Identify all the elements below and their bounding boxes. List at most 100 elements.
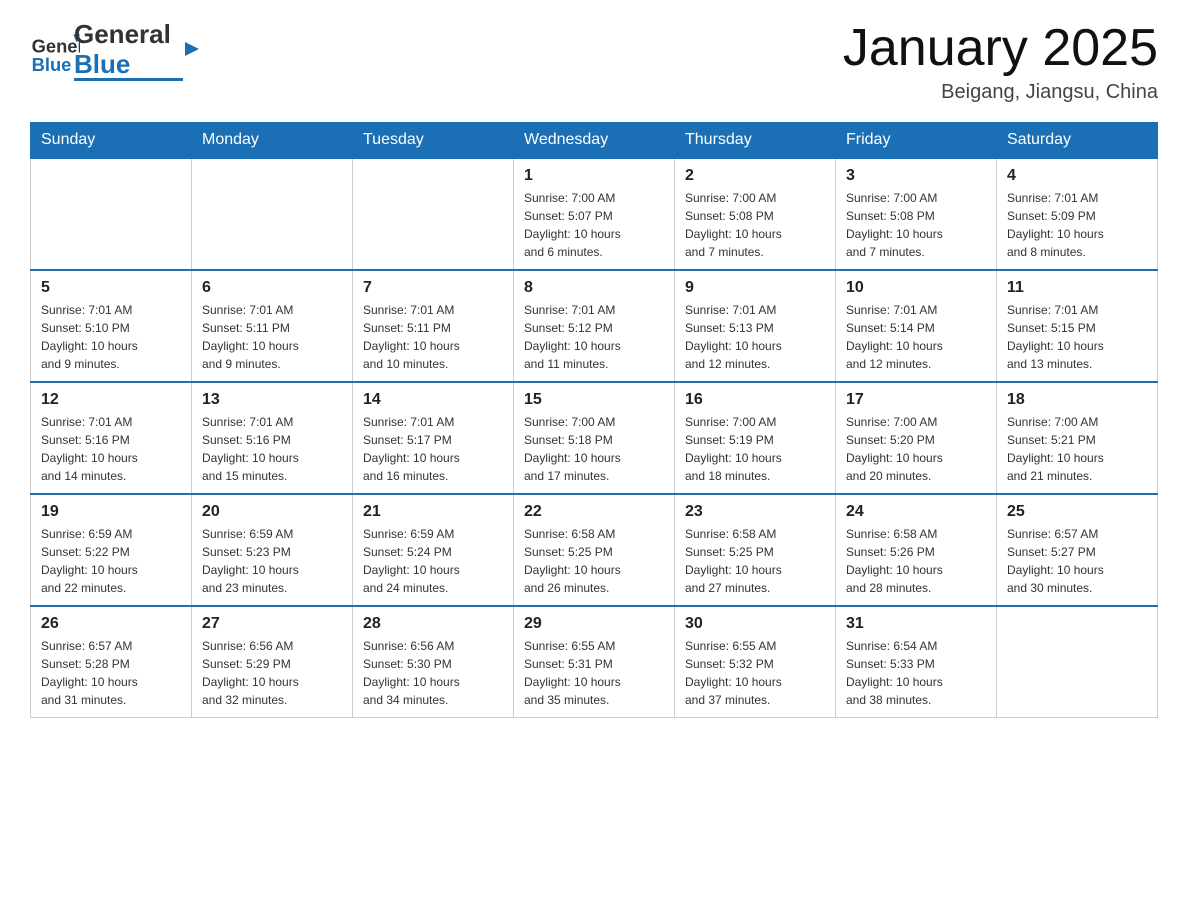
day-number: 7 [363, 279, 503, 297]
day-number: 23 [685, 503, 825, 521]
day-info: Sunrise: 6:59 AM Sunset: 5:22 PM Dayligh… [41, 525, 181, 597]
day-info: Sunrise: 6:57 AM Sunset: 5:28 PM Dayligh… [41, 637, 181, 709]
day-number: 9 [685, 279, 825, 297]
day-info: Sunrise: 6:58 AM Sunset: 5:26 PM Dayligh… [846, 525, 986, 597]
header-sunday: Sunday [31, 123, 192, 159]
day-cell-4-5: 31 Sunrise: 6:54 AM Sunset: 5:33 PM Dayli… [836, 606, 997, 718]
day-cell-3-5: 24 Sunrise: 6:58 AM Sunset: 5:26 PM Dayli… [836, 494, 997, 606]
day-info: Sunrise: 7:00 AM Sunset: 5:20 PM Dayligh… [846, 413, 986, 485]
day-cell-1-4: 9 Sunrise: 7:01 AM Sunset: 5:13 PM Daylig… [675, 270, 836, 382]
day-info: Sunrise: 7:01 AM Sunset: 5:11 PM Dayligh… [363, 301, 503, 373]
week-row-3: 12 Sunrise: 7:01 AM Sunset: 5:16 PM Dayli… [31, 382, 1158, 494]
day-info: Sunrise: 7:01 AM Sunset: 5:15 PM Dayligh… [1007, 301, 1147, 373]
day-number: 11 [1007, 279, 1147, 297]
day-info: Sunrise: 6:58 AM Sunset: 5:25 PM Dayligh… [685, 525, 825, 597]
calendar-subtitle: Beigang, Jiangsu, China [843, 81, 1158, 104]
day-info: Sunrise: 6:56 AM Sunset: 5:29 PM Dayligh… [202, 637, 342, 709]
header-tuesday: Tuesday [353, 123, 514, 159]
day-cell-2-5: 17 Sunrise: 7:00 AM Sunset: 5:20 PM Dayli… [836, 382, 997, 494]
day-info: Sunrise: 7:00 AM Sunset: 5:08 PM Dayligh… [685, 189, 825, 261]
day-cell-3-3: 22 Sunrise: 6:58 AM Sunset: 5:25 PM Dayli… [514, 494, 675, 606]
day-cell-2-1: 13 Sunrise: 7:01 AM Sunset: 5:16 PM Dayli… [192, 382, 353, 494]
day-number: 30 [685, 615, 825, 633]
day-number: 14 [363, 391, 503, 409]
day-info: Sunrise: 7:00 AM Sunset: 5:07 PM Dayligh… [524, 189, 664, 261]
day-number: 19 [41, 503, 181, 521]
day-number: 15 [524, 391, 664, 409]
day-info: Sunrise: 7:00 AM Sunset: 5:08 PM Dayligh… [846, 189, 986, 261]
day-info: Sunrise: 6:56 AM Sunset: 5:30 PM Dayligh… [363, 637, 503, 709]
day-number: 29 [524, 615, 664, 633]
day-number: 27 [202, 615, 342, 633]
calendar-title: January 2025 [843, 20, 1158, 77]
day-info: Sunrise: 7:01 AM Sunset: 5:16 PM Dayligh… [202, 413, 342, 485]
day-cell-2-6: 18Sunrise: 7:00 AM Sunset: 5:21 PM Dayli… [997, 382, 1158, 494]
day-number: 8 [524, 279, 664, 297]
logo: General Blue General Blue [30, 20, 183, 81]
title-section: January 2025 Beigang, Jiangsu, China [843, 20, 1158, 104]
day-info: Sunrise: 6:55 AM Sunset: 5:31 PM Dayligh… [524, 637, 664, 709]
day-cell-1-1: 6Sunrise: 7:01 AM Sunset: 5:11 PM Daylig… [192, 270, 353, 382]
day-cell-3-6: 25 Sunrise: 6:57 AM Sunset: 5:27 PM Dayli… [997, 494, 1158, 606]
day-cell-3-1: 20 Sunrise: 6:59 AM Sunset: 5:23 PM Dayli… [192, 494, 353, 606]
header-saturday: Saturday [997, 123, 1158, 159]
day-number: 22 [524, 503, 664, 521]
day-cell-4-3: 29 Sunrise: 6:55 AM Sunset: 5:31 PM Dayli… [514, 606, 675, 718]
day-cell-0-1 [192, 158, 353, 270]
header-friday: Friday [836, 123, 997, 159]
day-number: 21 [363, 503, 503, 521]
day-cell-3-0: 19 Sunrise: 6:59 AM Sunset: 5:22 PM Dayli… [31, 494, 192, 606]
logo-general-text: General [74, 20, 183, 50]
day-cell-2-0: 12 Sunrise: 7:01 AM Sunset: 5:16 PM Dayli… [31, 382, 192, 494]
day-cell-4-0: 26Sunrise: 6:57 AM Sunset: 5:28 PM Dayli… [31, 606, 192, 718]
day-info: Sunrise: 7:01 AM Sunset: 5:17 PM Dayligh… [363, 413, 503, 485]
day-number: 20 [202, 503, 342, 521]
day-info: Sunrise: 6:54 AM Sunset: 5:33 PM Dayligh… [846, 637, 986, 709]
header-monday: Monday [192, 123, 353, 159]
day-number: 4 [1007, 167, 1147, 185]
week-row-1: 1 Sunrise: 7:00 AM Sunset: 5:07 PM Daylig… [31, 158, 1158, 270]
week-row-4: 19 Sunrise: 6:59 AM Sunset: 5:22 PM Dayli… [31, 494, 1158, 606]
day-number: 1 [524, 167, 664, 185]
logo-icon: General Blue [30, 26, 80, 76]
day-info: Sunrise: 7:00 AM Sunset: 5:19 PM Dayligh… [685, 413, 825, 485]
day-info: Sunrise: 6:58 AM Sunset: 5:25 PM Dayligh… [524, 525, 664, 597]
day-info: Sunrise: 7:01 AM Sunset: 5:10 PM Dayligh… [41, 301, 181, 373]
day-cell-1-3: 8Sunrise: 7:01 AM Sunset: 5:12 PM Daylig… [514, 270, 675, 382]
day-info: Sunrise: 6:59 AM Sunset: 5:23 PM Dayligh… [202, 525, 342, 597]
svg-text:Blue: Blue [32, 54, 72, 75]
day-cell-2-4: 16 Sunrise: 7:00 AM Sunset: 5:19 PM Dayli… [675, 382, 836, 494]
day-cell-0-4: 2Sunrise: 7:00 AM Sunset: 5:08 PM Daylig… [675, 158, 836, 270]
day-number: 17 [846, 391, 986, 409]
day-info: Sunrise: 7:00 AM Sunset: 5:18 PM Dayligh… [524, 413, 664, 485]
day-number: 24 [846, 503, 986, 521]
day-info: Sunrise: 7:01 AM Sunset: 5:09 PM Dayligh… [1007, 189, 1147, 261]
day-cell-0-2 [353, 158, 514, 270]
day-number: 13 [202, 391, 342, 409]
week-row-2: 5Sunrise: 7:01 AM Sunset: 5:10 PM Daylig… [31, 270, 1158, 382]
day-number: 25 [1007, 503, 1147, 521]
calendar-table: Sunday Monday Tuesday Wednesday Thursday… [30, 122, 1158, 718]
day-number: 12 [41, 391, 181, 409]
day-number: 3 [846, 167, 986, 185]
logo-blue-text: Blue [74, 50, 183, 82]
day-cell-0-5: 3 Sunrise: 7:00 AM Sunset: 5:08 PM Daylig… [836, 158, 997, 270]
header-thursday: Thursday [675, 123, 836, 159]
day-cell-0-3: 1 Sunrise: 7:00 AM Sunset: 5:07 PM Daylig… [514, 158, 675, 270]
day-cell-2-2: 14 Sunrise: 7:01 AM Sunset: 5:17 PM Dayli… [353, 382, 514, 494]
day-cell-1-2: 7 Sunrise: 7:01 AM Sunset: 5:11 PM Daylig… [353, 270, 514, 382]
day-info: Sunrise: 7:00 AM Sunset: 5:21 PM Dayligh… [1007, 413, 1147, 485]
day-cell-0-0 [31, 158, 192, 270]
days-header-row: Sunday Monday Tuesday Wednesday Thursday… [31, 123, 1158, 159]
day-cell-4-6 [997, 606, 1158, 718]
day-number: 31 [846, 615, 986, 633]
day-info: Sunrise: 7:01 AM Sunset: 5:16 PM Dayligh… [41, 413, 181, 485]
day-info: Sunrise: 7:01 AM Sunset: 5:13 PM Dayligh… [685, 301, 825, 373]
day-info: Sunrise: 6:57 AM Sunset: 5:27 PM Dayligh… [1007, 525, 1147, 597]
day-cell-1-6: 11 Sunrise: 7:01 AM Sunset: 5:15 PM Dayli… [997, 270, 1158, 382]
day-cell-1-0: 5Sunrise: 7:01 AM Sunset: 5:10 PM Daylig… [31, 270, 192, 382]
day-cell-1-5: 10Sunrise: 7:01 AM Sunset: 5:14 PM Dayli… [836, 270, 997, 382]
day-info: Sunrise: 7:01 AM Sunset: 5:11 PM Dayligh… [202, 301, 342, 373]
day-cell-4-2: 28Sunrise: 6:56 AM Sunset: 5:30 PM Dayli… [353, 606, 514, 718]
day-number: 16 [685, 391, 825, 409]
